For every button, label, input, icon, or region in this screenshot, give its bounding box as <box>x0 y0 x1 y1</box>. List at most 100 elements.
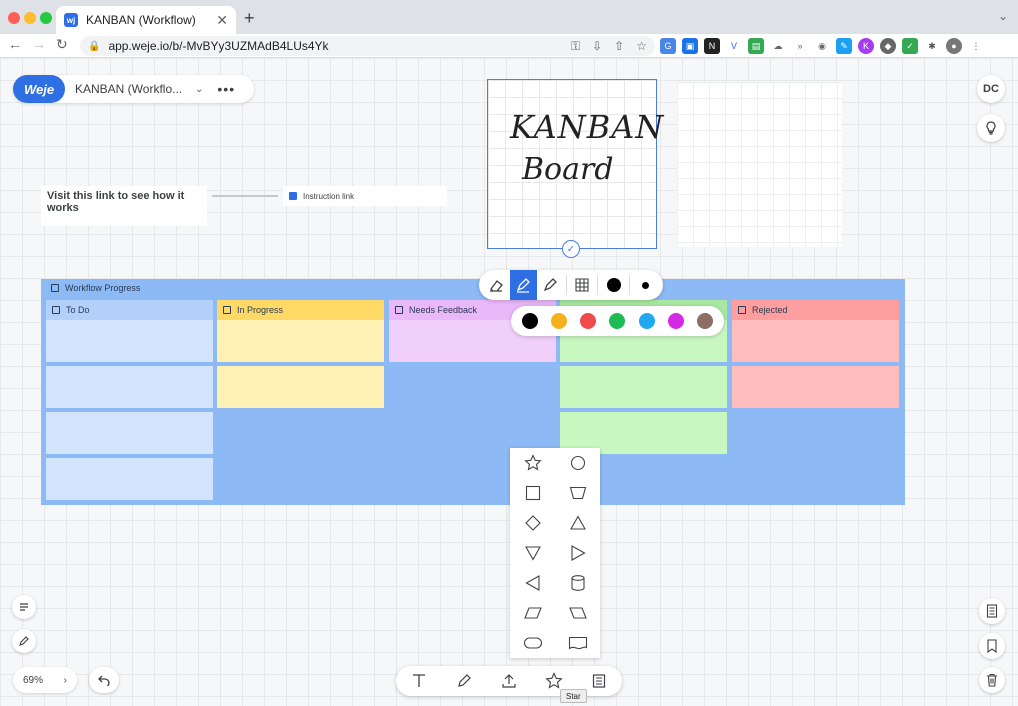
pen-size-selector[interactable] <box>632 270 659 300</box>
kanban-card[interactable] <box>46 366 213 408</box>
kanban-card[interactable] <box>46 412 213 454</box>
user-avatar[interactable]: DC <box>977 75 1005 103</box>
close-tab-icon[interactable]: ✕ <box>216 12 228 29</box>
chrome-menu-icon[interactable]: ⋮ <box>968 38 984 54</box>
camera-extension-icon[interactable]: ◉ <box>814 38 830 54</box>
weje-favicon-icon <box>289 192 297 200</box>
extension-icon[interactable]: K <box>858 38 874 54</box>
connector-line[interactable] <box>212 195 278 197</box>
cloud-extension-icon[interactable]: ☁ <box>770 38 786 54</box>
close-window-button[interactable] <box>8 12 20 24</box>
sticky-note-visit-link[interactable]: Visit this link to see how it works <box>41 186 207 226</box>
kanban-board-drawing[interactable]: KANBAN Board <box>487 79 663 249</box>
kanban-card[interactable] <box>217 366 384 408</box>
lightbulb-icon[interactable] <box>977 114 1005 142</box>
kanban-column[interactable]: To Do <box>46 300 213 500</box>
browser-tab[interactable]: wj KANBAN (Workflow) ✕ <box>56 6 236 34</box>
kanban-card[interactable] <box>46 320 213 362</box>
install-icon[interactable]: ⇩ <box>592 39 602 54</box>
color-swatch[interactable] <box>697 313 714 329</box>
kanban-card[interactable] <box>732 320 899 362</box>
extension-icon[interactable]: ✎ <box>836 38 852 54</box>
tab-search-chevron-icon[interactable]: ⌄ <box>998 9 1008 23</box>
profile-avatar-icon[interactable]: ● <box>946 38 962 54</box>
notes-list-icon[interactable] <box>12 595 36 619</box>
extension-icon[interactable]: ▣ <box>682 38 698 54</box>
kanban-column[interactable]: Rejected <box>732 300 899 408</box>
eraser-tool-icon[interactable] <box>483 270 510 300</box>
triangle-left-shape-icon[interactable] <box>510 568 555 598</box>
zoom-control[interactable]: 69% › <box>13 667 77 693</box>
notion-extension-icon[interactable]: N <box>704 38 720 54</box>
share-icon[interactable]: ⇧ <box>614 39 624 54</box>
circle-shape-icon[interactable] <box>555 448 600 478</box>
bookmark-icon[interactable] <box>979 633 1005 659</box>
undo-button[interactable] <box>89 667 119 693</box>
column-header[interactable]: To Do <box>46 300 213 320</box>
kanban-card[interactable] <box>732 366 899 408</box>
chevron-right-icon[interactable]: › <box>64 675 67 686</box>
whiteboard-canvas[interactable]: Weje KANBAN (Workflo... ⌄ ••• DC Visit t… <box>0 58 1018 706</box>
upload-tool-icon[interactable] <box>494 666 524 696</box>
triangle-right-shape-icon[interactable] <box>555 538 600 568</box>
trash-icon[interactable] <box>979 667 1005 693</box>
highlighter-tool-icon[interactable] <box>537 270 564 300</box>
confirm-check-icon[interactable]: ✓ <box>562 240 580 258</box>
pen-tool-icon[interactable] <box>509 270 537 300</box>
color-swatch[interactable] <box>521 313 538 329</box>
color-swatch[interactable] <box>638 313 655 329</box>
main-toolbar <box>396 666 622 696</box>
checkmark-extension-icon[interactable]: ✓ <box>902 38 918 54</box>
pen-color-selector[interactable] <box>600 270 627 300</box>
parallelogram-reverse-shape-icon[interactable] <box>555 598 600 628</box>
trapezoid-shape-icon[interactable] <box>555 478 600 508</box>
forward-arrow-icon[interactable]: → <box>32 36 46 52</box>
bookmark-star-icon[interactable]: ☆ <box>636 39 647 54</box>
workflow-progress-frame[interactable]: Workflow Progress To Do In Progress Needs … <box>41 279 905 505</box>
key-icon[interactable]: ⚿ <box>571 39 580 54</box>
column-header[interactable]: In Progress <box>217 300 384 320</box>
extension-icon[interactable]: ▤ <box>748 38 764 54</box>
address-bar[interactable]: 🔒 app.weje.io/b/-MvBYy3UZMAdB4LUs4Yk ⚿ ⇩… <box>80 36 655 56</box>
chevron-down-icon[interactable]: ⌄ <box>195 84 203 95</box>
extension-icon[interactable]: » <box>792 38 808 54</box>
color-swatch[interactable] <box>550 313 567 329</box>
cylinder-shape-icon[interactable] <box>555 568 600 598</box>
kanban-card[interactable] <box>46 458 213 500</box>
minimize-window-button[interactable] <box>24 12 36 24</box>
weje-logo[interactable]: Weje <box>13 75 65 103</box>
diamond-shape-icon[interactable] <box>510 508 555 538</box>
triangle-down-shape-icon[interactable] <box>510 538 555 568</box>
instruction-link-card[interactable]: Instruction link <box>283 186 447 206</box>
blank-grid-card[interactable] <box>677 82 842 247</box>
column-header[interactable]: Rejected <box>732 300 899 320</box>
square-shape-icon[interactable] <box>510 478 555 508</box>
color-swatch[interactable] <box>580 313 597 329</box>
grid-tool-icon[interactable] <box>569 270 596 300</box>
layers-icon[interactable] <box>979 598 1005 624</box>
text-tool-icon[interactable] <box>404 666 434 696</box>
kanban-column[interactable]: In Progress <box>217 300 384 408</box>
color-swatch[interactable] <box>668 313 685 329</box>
reload-icon[interactable]: ↻ <box>56 36 68 53</box>
back-arrow-icon[interactable]: ← <box>8 36 22 52</box>
rounded-rectangle-shape-icon[interactable] <box>510 628 555 658</box>
new-tab-button[interactable]: + <box>244 8 255 29</box>
color-swatch[interactable] <box>609 313 626 329</box>
more-options-icon[interactable]: ••• <box>217 81 235 97</box>
frame-tool-icon[interactable] <box>584 666 614 696</box>
document-shape-icon[interactable] <box>555 628 600 658</box>
kanban-card[interactable] <box>560 366 727 408</box>
parallelogram-shape-icon[interactable] <box>510 598 555 628</box>
extension-icon[interactable]: ◆ <box>880 38 896 54</box>
board-name[interactable]: KANBAN (Workflo... <box>75 82 187 96</box>
extension-icon[interactable]: V <box>726 38 742 54</box>
puzzle-extensions-icon[interactable]: ✱ <box>924 38 940 54</box>
edit-pencil-icon[interactable] <box>12 629 36 653</box>
translate-extension-icon[interactable]: G <box>660 38 676 54</box>
star-shape-icon[interactable] <box>510 448 555 478</box>
triangle-up-shape-icon[interactable] <box>555 508 600 538</box>
kanban-card[interactable] <box>217 320 384 362</box>
pencil-tool-icon[interactable] <box>449 666 479 696</box>
maximize-window-button[interactable] <box>40 12 52 24</box>
